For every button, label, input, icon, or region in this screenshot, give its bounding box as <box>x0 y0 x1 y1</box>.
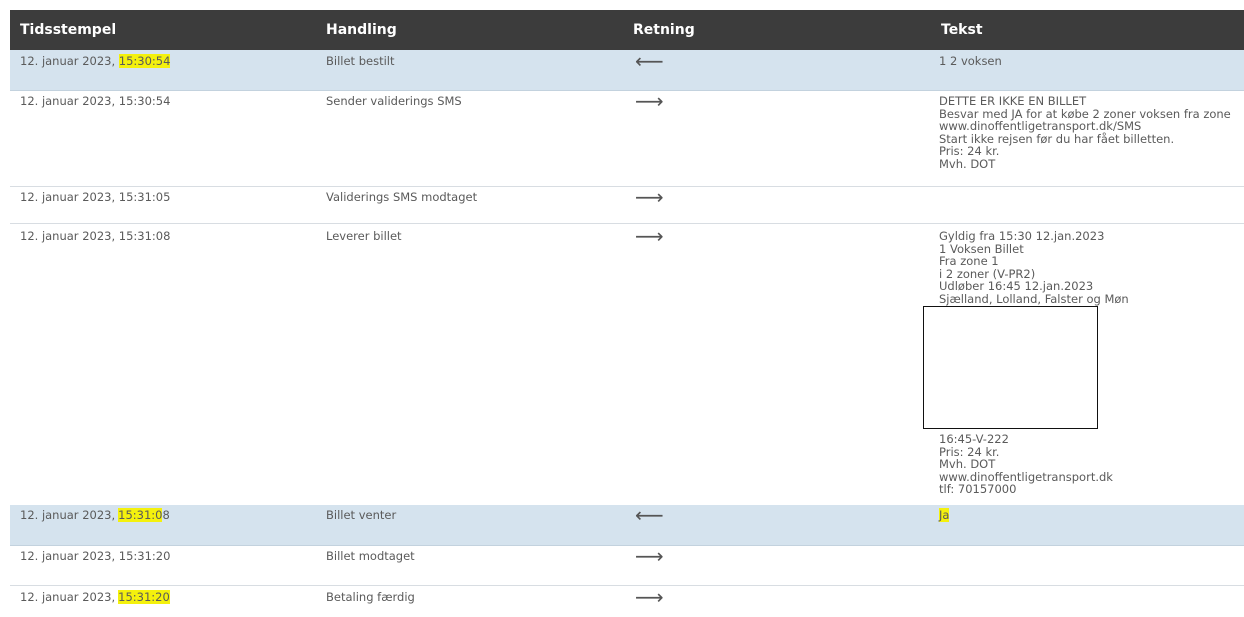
text-line: Mvh. DOT <box>939 457 996 471</box>
outgoing-arrow-icon: ⟶ <box>635 544 664 568</box>
table-row[interactable]: 12. januar 2023, 15:31:20 Billet modtage… <box>10 545 1244 586</box>
table-row[interactable]: 12. januar 2023, 15:31:05 Validerings SM… <box>10 186 1244 224</box>
text-cell: 1 2 voksen <box>939 55 1002 68</box>
action-cell: Billet modtaget <box>326 549 415 563</box>
timestamp-cell: 12. januar 2023, 15:31:08 <box>20 229 171 243</box>
timestamp-cell: 12. januar 2023, 15:31:20 <box>20 549 171 563</box>
timestamp-text: 8 <box>162 508 170 522</box>
redaction-box <box>923 306 1098 429</box>
timestamp-cell: 12. januar 2023, 15:31:05 <box>20 190 171 204</box>
header-timestamp[interactable]: Tidsstempel <box>20 22 116 38</box>
header-action[interactable]: Handling <box>326 22 397 38</box>
timestamp-cell: 12. januar 2023, 15:30:54 <box>20 94 171 108</box>
text-cell-top: Gyldig fra 15:30 12.jan.2023 1 Voksen Bi… <box>939 230 1129 305</box>
text-cell: DETTE ER IKKE EN BILLET Besvar med JA fo… <box>939 95 1231 170</box>
text-line: Pris: 24 kr. <box>939 144 1000 158</box>
text-line: Sjælland, Lolland, Falster og Møn <box>939 291 1129 306</box>
action-cell: Leverer billet <box>326 229 402 243</box>
table-row[interactable]: 12. januar 2023, 15:31:08 Billet venter ⟵… <box>10 505 1244 546</box>
action-cell: Sender validerings SMS <box>326 94 462 108</box>
timestamp-text: 12. januar 2023, <box>20 508 116 522</box>
action-cell: Billet bestilt <box>326 54 395 68</box>
outgoing-arrow-icon: ⟶ <box>635 585 664 609</box>
highlighted-time: 15:31:0 <box>118 508 163 522</box>
incoming-arrow-icon: ⟵ <box>635 49 664 73</box>
outgoing-arrow-icon: ⟶ <box>635 224 664 248</box>
text-line: tlf: 70157000 <box>939 482 1017 496</box>
table-row[interactable]: 12. januar 2023, 15:30:54 Sender valider… <box>10 90 1244 187</box>
highlighted-time: 15:30:54 <box>118 54 171 68</box>
table-row[interactable]: 12. januar 2023, 15:30:54 Billet bestilt… <box>10 50 1244 91</box>
header-text[interactable]: Tekst <box>941 22 983 38</box>
timestamp-text: 12. januar 2023, <box>20 590 116 604</box>
text-line: 16:45-V-222 <box>939 432 1009 446</box>
text-line: www.dinoffentligetransport.dk/SMS <box>939 119 1142 133</box>
text-line: DETTE ER IKKE EN BILLET <box>939 94 1087 108</box>
text-line: Mvh. DOT <box>939 156 996 171</box>
highlighted-text: Ja <box>939 508 950 522</box>
sms-log-table: Tidsstempel Handling Retning Tekst 12. j… <box>10 10 1244 617</box>
text-line: 1 2 voksen <box>939 54 1002 68</box>
timestamp-cell: 12. januar 2023, 15:30:54 <box>20 54 171 68</box>
table-row[interactable]: 12. januar 2023, 15:31:20 Betaling færdig… <box>10 585 1244 617</box>
table-header: Tidsstempel Handling Retning Tekst <box>10 10 1244 50</box>
text-line: Fra zone 1 <box>939 254 999 268</box>
timestamp-cell: 12. januar 2023, 15:31:20 <box>20 590 170 604</box>
text-line: Udløber 16:45 12.jan.2023 <box>939 279 1094 293</box>
text-cell-bottom: 16:45-V-222 Pris: 24 kr. Mvh. DOT www.di… <box>939 433 1113 496</box>
header-direction[interactable]: Retning <box>633 22 695 38</box>
timestamp-text: 12. januar 2023, <box>20 54 119 68</box>
timestamp-cell: 12. januar 2023, 15:31:08 <box>20 508 170 522</box>
action-cell: Betaling færdig <box>326 590 415 604</box>
text-line: Gyldig fra 15:30 12.jan.2023 <box>939 229 1105 243</box>
highlighted-time: 15:31:20 <box>118 590 170 604</box>
outgoing-arrow-icon: ⟶ <box>635 185 664 209</box>
outgoing-arrow-icon: ⟶ <box>635 89 664 113</box>
text-cell: Ja <box>939 508 950 522</box>
action-cell: Billet venter <box>326 508 397 522</box>
incoming-arrow-icon: ⟵ <box>635 503 664 527</box>
action-cell: Validerings SMS modtaget <box>326 190 478 204</box>
